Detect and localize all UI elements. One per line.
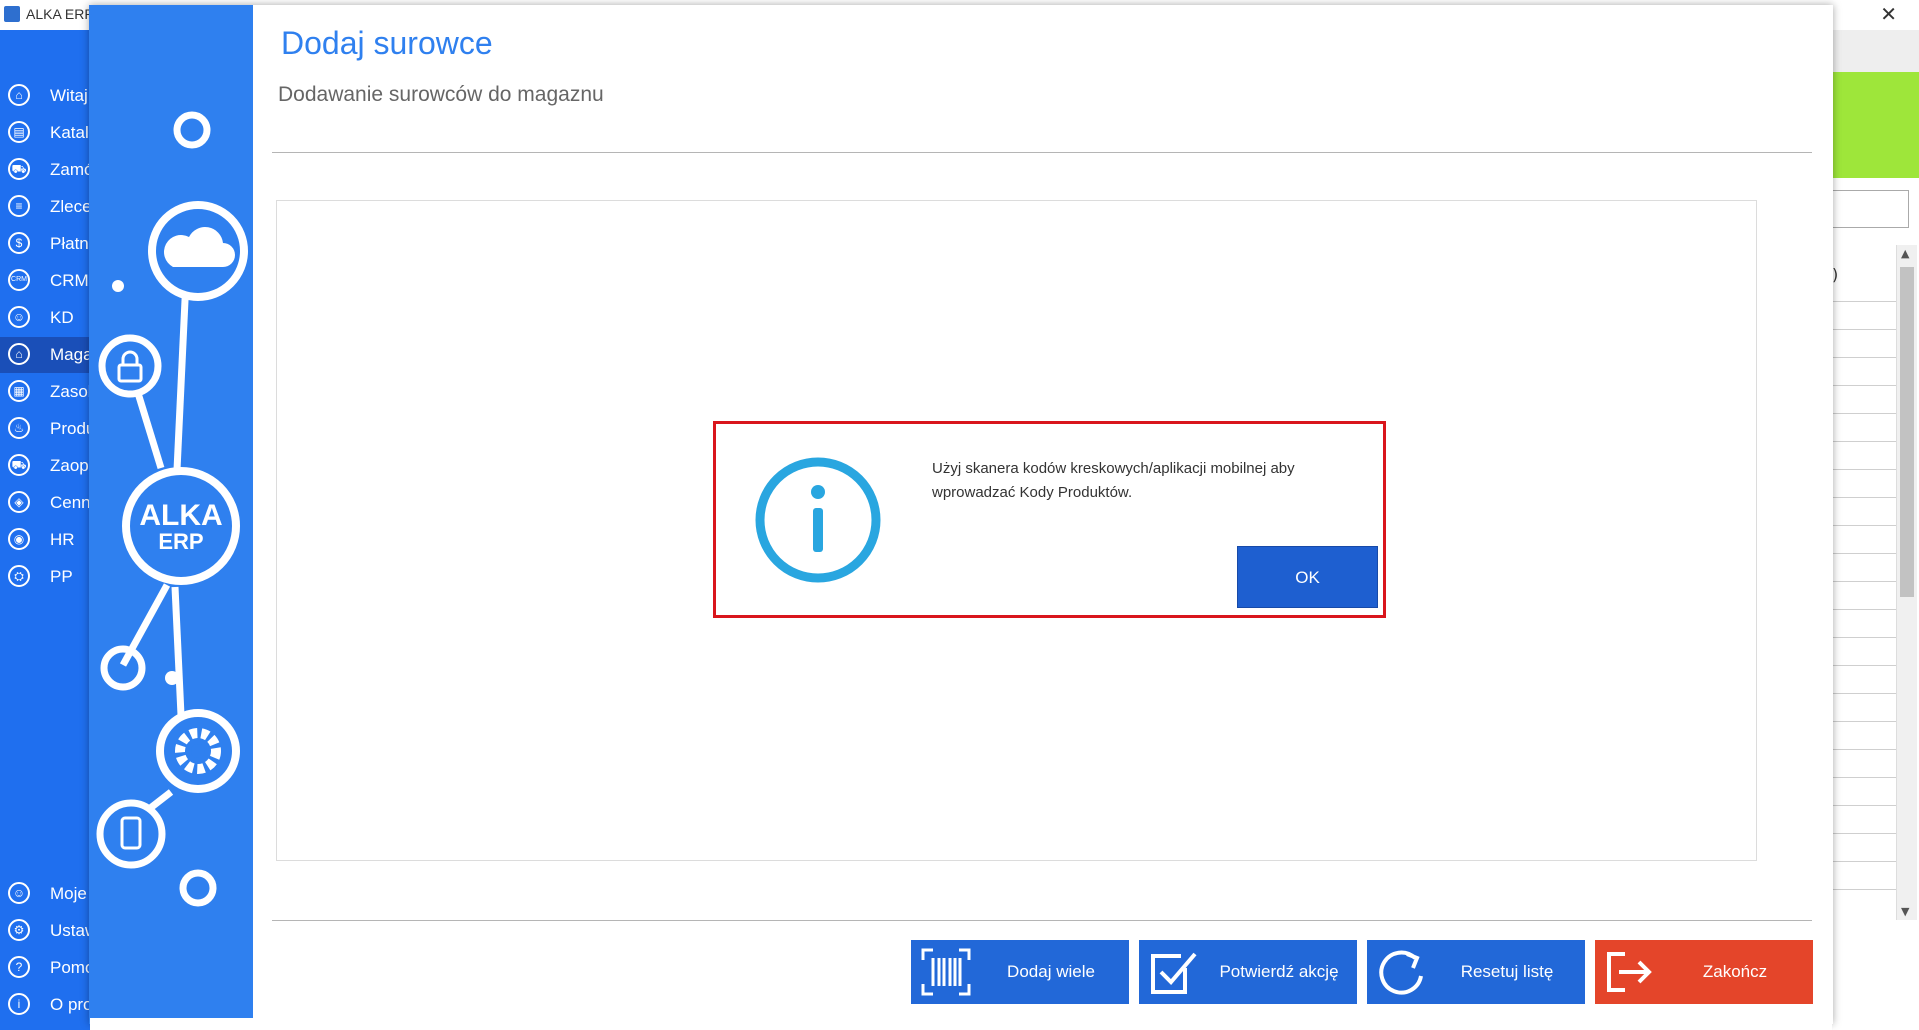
sidebar-item-label: Zamó xyxy=(50,160,94,179)
scroll-down-icon[interactable]: ▼ xyxy=(1901,905,1909,918)
finish-button[interactable]: Zakończ xyxy=(1595,940,1813,1004)
checkbox-check-icon xyxy=(1151,952,1197,994)
user-icon: ☺ xyxy=(8,882,30,904)
sidebar-item-zamowienia[interactable]: ⛟ Zamó xyxy=(0,152,94,188)
sidebar-item-zlecenia[interactable]: ≡ Zlece xyxy=(0,189,92,225)
sidebar-item-hr[interactable]: ◉ HR xyxy=(0,522,90,558)
logo-text-top: ALKA xyxy=(139,499,222,532)
sidebar-item-label: Cenn xyxy=(50,493,91,512)
reset-list-button[interactable]: Resetuj listę xyxy=(1367,940,1585,1004)
sidebar-item-zaopatrzenie[interactable]: ⛟ Zaop xyxy=(0,448,90,484)
sidebar-item-platnosci[interactable]: $ Płatno xyxy=(0,226,98,262)
sidebar-item-pp[interactable]: ⛭ PP xyxy=(0,559,90,595)
sidebar-item-label: HR xyxy=(50,530,75,549)
green-banner xyxy=(1832,72,1919,178)
divider xyxy=(272,152,1812,153)
add-raw-materials-dialog: ALKA ERP Dodaj surowce Dodawanie surowcó… xyxy=(89,5,1833,1024)
close-icon[interactable]: ✕ xyxy=(1880,2,1897,26)
sidebar-item-witaj[interactable]: ⌂ Witaj xyxy=(0,78,90,114)
sidebar-item-ustawienia[interactable]: ⚙ Ustaw xyxy=(0,913,97,949)
help-icon: ? xyxy=(8,956,30,978)
production-icon: ♨ xyxy=(8,417,30,439)
main-window-title: ALKA ERP xyxy=(26,6,94,22)
barcode-scan-icon xyxy=(921,948,971,996)
add-many-label: Dodaj wiele xyxy=(1007,962,1095,981)
sidebar-item-magazyn[interactable]: ⌂ Maga xyxy=(0,337,93,373)
hr-icon: ◉ xyxy=(8,528,30,550)
tag-icon: ◈ xyxy=(8,491,30,513)
scroll-thumb[interactable] xyxy=(1900,267,1914,597)
ok-button[interactable]: OK xyxy=(1237,546,1378,608)
info-icon: i xyxy=(8,993,30,1015)
warehouse-icon: ⌂ xyxy=(8,343,30,365)
sidebar-item-o-programie[interactable]: i O pro xyxy=(0,987,93,1023)
sidebar-item-label: Maga xyxy=(50,345,93,364)
finish-label: Zakończ xyxy=(1702,962,1768,981)
sidebar-item-produkcja[interactable]: ♨ Produ xyxy=(0,411,95,447)
cart-icon: ⛟ xyxy=(8,158,30,180)
crm-icon: CRM xyxy=(8,269,30,291)
info-icon xyxy=(755,457,881,583)
dialog-subtitle: Dodawanie surowców do magaznu xyxy=(278,83,604,106)
sidebar-item-label: CRM xyxy=(50,271,89,290)
confirm-action-label: Potwierdź akcję xyxy=(1219,962,1339,981)
settings-icon: ⚙ xyxy=(8,919,30,941)
sidebar-item-label: Zaop xyxy=(50,456,89,475)
scroll-up-icon[interactable]: ▲ xyxy=(1901,247,1909,260)
pp-icon: ⛭ xyxy=(8,565,30,587)
sidebar-item-cenniki[interactable]: ◈ Cenn xyxy=(0,485,91,521)
sidebar-item-label: KD xyxy=(50,308,74,327)
data-table xyxy=(1832,245,1897,920)
phone-node xyxy=(96,799,166,869)
add-many-button[interactable]: Dodaj wiele xyxy=(911,940,1129,1004)
person-icon: ☺ xyxy=(8,306,30,328)
book-icon: ▤ xyxy=(8,121,30,143)
sidebar-item-label: Pomo xyxy=(50,958,95,977)
sidebar-item-zasoby[interactable]: ▦ Zasob xyxy=(0,374,97,410)
sidebar-item-kd[interactable]: ☺ KD xyxy=(0,300,90,336)
dollar-icon: $ xyxy=(8,232,30,254)
main-sidebar: ⌂ Witaj ▤ Katalo ⛟ Zamó ≡ Zlece $ Płatno CRM C… xyxy=(0,30,98,1030)
sidebar-item-katalog[interactable]: ▤ Katalo xyxy=(0,115,98,151)
refresh-icon xyxy=(1379,950,1423,995)
dialog-title: Dodaj surowce xyxy=(281,25,493,61)
sidebar-item-label: PP xyxy=(50,567,73,586)
status-bar xyxy=(90,1018,1832,1030)
message-text: Użyj skanera kodów kreskowych/aplikacji … xyxy=(932,460,1295,501)
info-message-box: Użyj skanera kodów kreskowych/aplikacji … xyxy=(713,421,1386,618)
reset-list-label: Resetuj listę xyxy=(1460,962,1554,981)
search-input[interactable] xyxy=(1832,190,1909,228)
table-scrollbar[interactable]: ▲ ▼ xyxy=(1896,245,1917,920)
sidebar-item-label: O pro xyxy=(50,995,93,1014)
sidebar-item-crm[interactable]: CRM CRM xyxy=(0,263,90,299)
logo-text-bottom: ERP xyxy=(158,529,203,554)
dialog-brand-panel: ALKA ERP xyxy=(89,5,253,1024)
sidebar-item-label: Witaj xyxy=(50,86,88,105)
exit-arrow-icon xyxy=(1607,952,1652,992)
truck-icon: ⛟ xyxy=(8,454,30,476)
app-logo-icon xyxy=(4,6,20,22)
sidebar-item-pomoc[interactable]: ? Pomo xyxy=(0,950,94,986)
toolbar-strip xyxy=(1832,30,1919,72)
resources-icon: ▦ xyxy=(8,380,30,402)
sidebar-item-label: Moje xyxy=(50,884,87,903)
home-icon: ⌂ xyxy=(8,84,30,106)
sidebar-item-label: Zlece xyxy=(50,197,92,216)
divider xyxy=(272,920,1812,921)
confirm-action-button[interactable]: Potwierdź akcję xyxy=(1139,940,1357,1004)
list-icon: ≡ xyxy=(8,195,30,217)
brand-illustration: ALKA ERP xyxy=(96,111,248,907)
sidebar-item-moje[interactable]: ☺ Moje xyxy=(0,876,90,912)
